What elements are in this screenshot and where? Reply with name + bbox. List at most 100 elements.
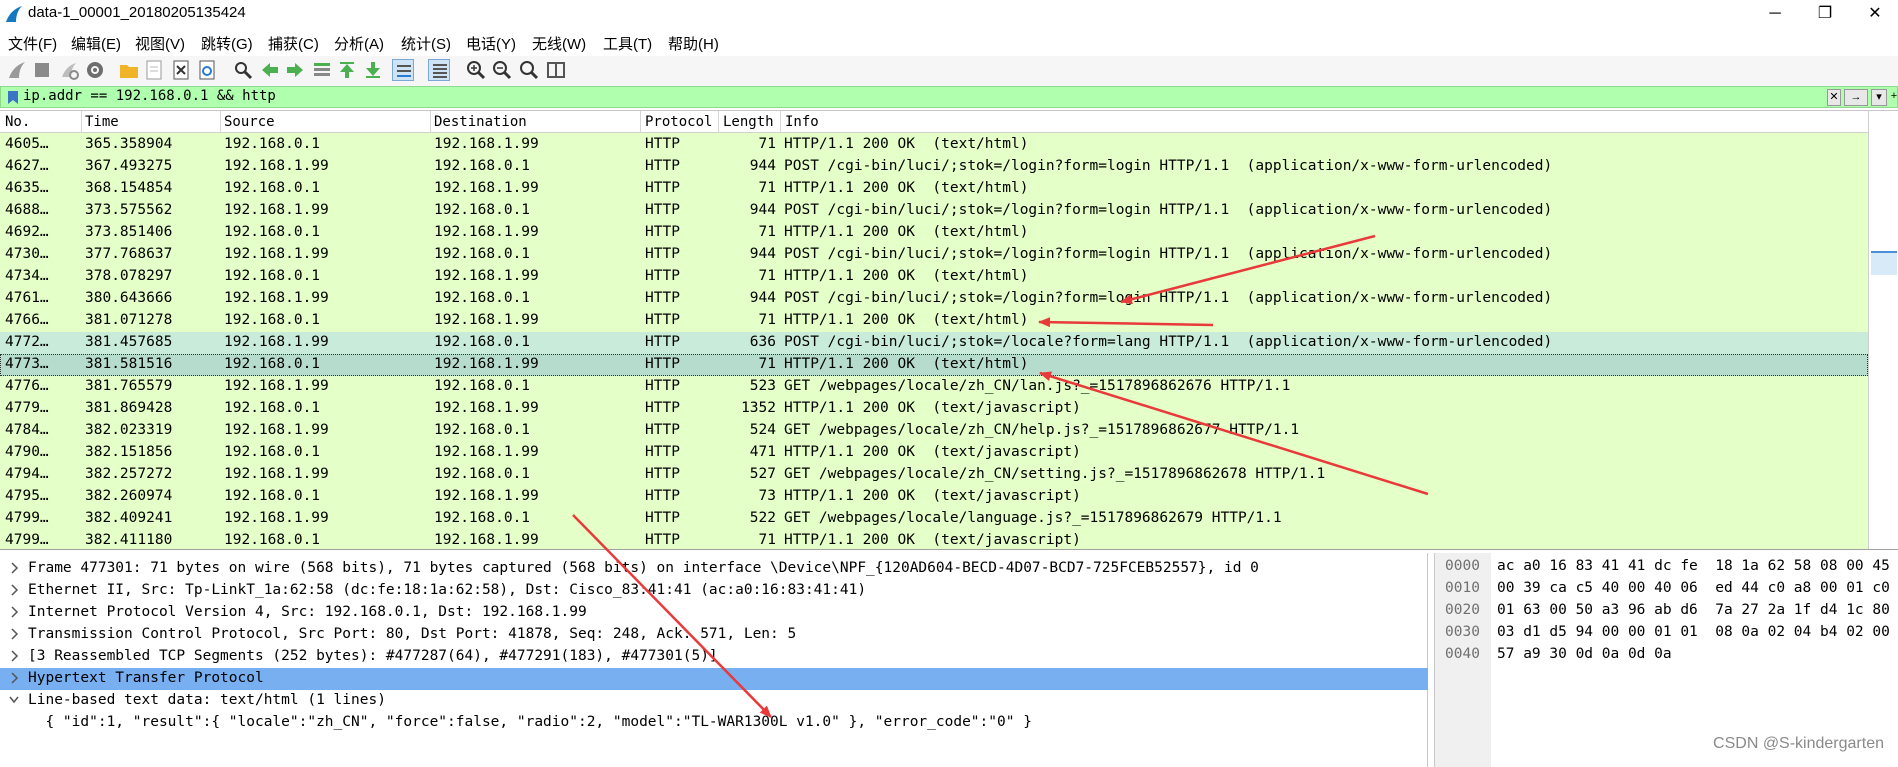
cell-info: HTTP/1.1 200 OK (text/html) bbox=[784, 224, 1029, 240]
close-file-icon[interactable] bbox=[170, 59, 192, 81]
resize-columns-icon[interactable] bbox=[545, 59, 567, 81]
packet-list-scrollbar[interactable] bbox=[1868, 111, 1898, 549]
autoscroll-icon[interactable] bbox=[392, 59, 414, 81]
detail-tree-item[interactable]: Line-based text data: text/html (1 lines… bbox=[0, 690, 1428, 712]
packet-row[interactable]: 4692… 373.851406 192.168.0.1 192.168.1.99 HT… bbox=[0, 222, 1868, 244]
cell-info: HTTP/1.1 200 OK (text/html) bbox=[784, 356, 1029, 372]
reload-icon[interactable] bbox=[196, 59, 218, 81]
packet-row[interactable]: 4799… 382.411180 192.168.0.1 192.168.1.99 HT… bbox=[0, 530, 1868, 549]
cell-length: 523 bbox=[749, 378, 776, 394]
menu-tools[interactable]: 工具(T) bbox=[603, 33, 652, 54]
packet-row[interactable]: 4761… 380.643666 192.168.1.99 192.168.0.1 HT… bbox=[0, 288, 1868, 310]
restart-icon[interactable] bbox=[58, 59, 80, 81]
detail-tree-item[interactable]: { "id":1, "result":{ "locale":"zh_CN", "… bbox=[0, 712, 1428, 734]
packet-row[interactable]: 4784… 382.023319 192.168.1.99 192.168.0.1 HT… bbox=[0, 420, 1868, 442]
packet-list-scroll-thumb[interactable] bbox=[1871, 251, 1897, 275]
file-icon[interactable] bbox=[143, 59, 165, 81]
shark-fin-start-icon[interactable] bbox=[6, 59, 28, 81]
packet-row[interactable]: 4790… 382.151856 192.168.0.1 192.168.1.99 HT… bbox=[0, 442, 1868, 464]
chevron-right-icon[interactable] bbox=[8, 605, 20, 619]
stop-icon[interactable] bbox=[31, 59, 53, 81]
detail-tree-item[interactable]: Hypertext Transfer Protocol bbox=[0, 668, 1428, 690]
search-icon[interactable] bbox=[232, 59, 254, 81]
cell-destination: 192.168.1.99 bbox=[434, 224, 539, 240]
detail-tree-item[interactable]: Ethernet II, Src: Tp-LinkT_1a:62:58 (dc:… bbox=[0, 580, 1428, 602]
clear-filter-button[interactable]: ✕ bbox=[1827, 89, 1841, 106]
zoom-out-icon[interactable] bbox=[491, 59, 513, 81]
cell-source: 192.168.1.99 bbox=[224, 378, 329, 394]
close-button[interactable]: ✕ bbox=[1852, 0, 1898, 28]
menu-go[interactable]: 跳转(G) bbox=[201, 33, 253, 54]
cell-source: 192.168.0.1 bbox=[224, 224, 321, 240]
menu-help[interactable]: 帮助(H) bbox=[668, 33, 719, 54]
gear-icon[interactable] bbox=[84, 59, 106, 81]
column-header-info[interactable]: Info bbox=[785, 114, 819, 130]
menu-analyze[interactable]: 分析(A) bbox=[334, 33, 384, 54]
cell-length: 1352 bbox=[741, 400, 776, 416]
chevron-right-icon[interactable] bbox=[8, 561, 20, 575]
apply-filter-button[interactable]: → bbox=[1844, 89, 1868, 106]
colorize-icon[interactable] bbox=[428, 59, 450, 81]
arrow-left-icon[interactable] bbox=[259, 59, 281, 81]
column-header-no[interactable]: No. bbox=[5, 114, 30, 130]
detail-tree-item[interactable]: [3 Reassembled TCP Segments (252 bytes):… bbox=[0, 646, 1428, 668]
menu-edit[interactable]: 编辑(E) bbox=[71, 33, 121, 54]
packet-row[interactable]: 4773… 381.581516 192.168.0.1 192.168.1.99 HT… bbox=[0, 354, 1868, 376]
detail-tree-item[interactable]: Transmission Control Protocol, Src Port:… bbox=[0, 624, 1428, 646]
column-header-destination[interactable]: Destination bbox=[434, 114, 527, 130]
title-bar: data-1_00001_20180205135424 ─ ❐ ✕ bbox=[0, 0, 1898, 28]
zoom-in-icon[interactable] bbox=[465, 59, 487, 81]
bookmark-icon[interactable] bbox=[7, 90, 19, 105]
first-packet-icon[interactable] bbox=[336, 59, 358, 81]
packet-row[interactable]: 4605… 365.358904 192.168.0.1 192.168.1.99 HT… bbox=[0, 134, 1868, 156]
open-folder-icon[interactable] bbox=[118, 59, 140, 81]
cell-source: 192.168.0.1 bbox=[224, 312, 321, 328]
packet-row[interactable]: 4799… 382.409241 192.168.1.99 192.168.0.1 HT… bbox=[0, 508, 1868, 530]
detail-text: Internet Protocol Version 4, Src: 192.16… bbox=[28, 604, 587, 620]
chevron-right-icon[interactable] bbox=[8, 671, 20, 685]
column-header-length[interactable]: Length bbox=[723, 114, 774, 130]
packet-row[interactable]: 4734… 378.078297 192.168.0.1 192.168.1.99 HT… bbox=[0, 266, 1868, 288]
packet-list[interactable]: No. Time Source Destination Protocol Len… bbox=[0, 110, 1898, 550]
chevron-right-icon[interactable] bbox=[8, 649, 20, 663]
packet-row[interactable]: 4688… 373.575562 192.168.1.99 192.168.0.1 HT… bbox=[0, 200, 1868, 222]
chevron-right-icon[interactable] bbox=[8, 583, 20, 597]
packet-details-pane[interactable]: Frame 477301: 71 bytes on wire (568 bits… bbox=[0, 553, 1428, 767]
menu-file[interactable]: 文件(F) bbox=[8, 33, 57, 54]
packet-row[interactable]: 4794… 382.257272 192.168.1.99 192.168.0.1 HT… bbox=[0, 464, 1868, 486]
menu-telephony[interactable]: 电话(Y) bbox=[466, 33, 516, 54]
column-header-time[interactable]: Time bbox=[85, 114, 119, 130]
maximize-button[interactable]: ❐ bbox=[1802, 0, 1848, 28]
bytes-offset: 0040 bbox=[1445, 646, 1480, 662]
zoom-reset-icon[interactable] bbox=[518, 59, 540, 81]
packet-row[interactable]: 4627… 367.493275 192.168.1.99 192.168.0.1 HT… bbox=[0, 156, 1868, 178]
cell-source: 192.168.0.1 bbox=[224, 180, 321, 196]
detail-tree-item[interactable]: Frame 477301: 71 bytes on wire (568 bits… bbox=[0, 558, 1428, 580]
column-header-source[interactable]: Source bbox=[224, 114, 275, 130]
column-header-protocol[interactable]: Protocol bbox=[645, 114, 712, 130]
packet-row[interactable]: 4779… 381.869428 192.168.0.1 192.168.1.99 HT… bbox=[0, 398, 1868, 420]
menu-statistics[interactable]: 统计(S) bbox=[401, 33, 451, 54]
packet-row[interactable]: 4730… 377.768637 192.168.1.99 192.168.0.1 HT… bbox=[0, 244, 1868, 266]
arrow-right-icon[interactable] bbox=[284, 59, 306, 81]
chevron-down-icon[interactable] bbox=[8, 693, 20, 707]
menu-wireless[interactable]: 无线(W) bbox=[532, 33, 586, 54]
display-filter-input[interactable]: ip.addr == 192.168.0.1 && http bbox=[23, 88, 276, 104]
packet-row[interactable]: 4772… 381.457685 192.168.1.99 192.168.0.1 HT… bbox=[0, 332, 1868, 354]
chevron-right-icon[interactable] bbox=[8, 627, 20, 641]
packet-row[interactable]: 4795… 382.260974 192.168.0.1 192.168.1.99 HT… bbox=[0, 486, 1868, 508]
goto-packet-icon[interactable] bbox=[311, 59, 333, 81]
packet-row[interactable]: 4635… 368.154854 192.168.0.1 192.168.1.99 HT… bbox=[0, 178, 1868, 200]
detail-tree-item[interactable]: Internet Protocol Version 4, Src: 192.16… bbox=[0, 602, 1428, 624]
packet-row[interactable]: 4766… 381.071278 192.168.0.1 192.168.1.99 HT… bbox=[0, 310, 1868, 332]
filter-history-dropdown[interactable]: ▾ bbox=[1871, 89, 1887, 106]
cell-protocol: HTTP bbox=[645, 532, 680, 548]
minimize-button[interactable]: ─ bbox=[1752, 0, 1798, 28]
add-filter-button[interactable]: + bbox=[1889, 89, 1898, 106]
packet-row[interactable]: 4776… 381.765579 192.168.1.99 192.168.0.1 HT… bbox=[0, 376, 1868, 398]
menu-capture[interactable]: 捕获(C) bbox=[268, 33, 319, 54]
menu-view[interactable]: 视图(V) bbox=[135, 33, 185, 54]
cell-length: 944 bbox=[749, 246, 776, 262]
menu-bar: 文件(F) 编辑(E) 视图(V) 跳转(G) 捕获(C) 分析(A) 统计(S… bbox=[0, 30, 1898, 54]
last-packet-icon[interactable] bbox=[362, 59, 384, 81]
